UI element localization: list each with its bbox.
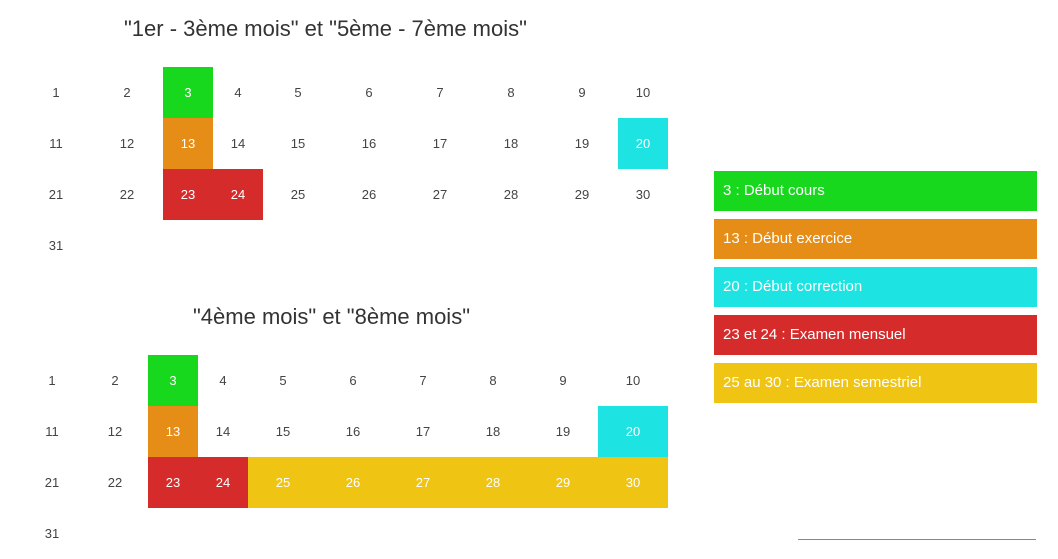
calendar-2-day-25: 25 [248,457,318,508]
calendar-1-day-21: 21 [48,187,64,202]
calendar-2-day-17: 17 [415,424,431,439]
calendar-2-day-26: 26 [318,457,388,508]
calendar-2-day-27: 27 [388,457,458,508]
calendar-2-day-15: 15 [275,424,291,439]
calendar-2-day-9: 9 [559,373,567,388]
calendar-1-day-23: 23 [163,169,213,220]
calendar-1-day-22: 22 [119,187,135,202]
calendar-2-day-21: 21 [44,475,60,490]
calendar-1-day-26: 26 [361,187,377,202]
calendar-1-day-15: 15 [290,136,306,151]
calendar-2-day-4: 4 [219,373,227,388]
calendar-2-day-1: 1 [48,373,56,388]
calendar-2-day-2: 2 [111,373,119,388]
calendar-2-day-6: 6 [349,373,357,388]
calendar-1-day-5: 5 [294,85,302,100]
legend-item-debut-correction: 20 : Début correction [714,267,1037,307]
calendar-1-day-29: 29 [574,187,590,202]
calendar-1-day-27: 27 [432,187,448,202]
calendar-1-day-16: 16 [361,136,377,151]
divider-line [798,539,1036,540]
calendar-2-day-16: 16 [345,424,361,439]
calendar-1-day-12: 12 [119,136,135,151]
calendar-1-day-8: 8 [507,85,515,100]
calendar-2-day-28: 28 [458,457,528,508]
calendar-2-day-14: 14 [215,424,231,439]
calendar-2-day-5: 5 [279,373,287,388]
calendar-1-day-19: 19 [574,136,590,151]
calendar-2-title: "4ème mois" et "8ème mois" [193,304,470,329]
calendar-1-day-13: 13 [163,118,213,169]
calendar-1-day-25: 25 [290,187,306,202]
calendar-1-day-28: 28 [503,187,519,202]
calendar-2-day-29: 29 [528,457,598,508]
calendar-2-day-10: 10 [625,373,641,388]
calendar-1-day-3: 3 [163,67,213,118]
calendar-1-day-11: 11 [49,136,63,151]
calendar-2-day-19: 19 [555,424,571,439]
calendar-2-day-30: 30 [598,457,668,508]
legend-item-debut-cours: 3 : Début cours [714,171,1037,211]
calendar-1-day-31: 31 [48,238,64,253]
calendar-2-day-8: 8 [489,373,497,388]
legend-item-examen-semestriel: 25 au 30 : Examen semestriel [714,363,1037,403]
legend-item-debut-exercice: 13 : Début exercice [714,219,1037,259]
calendar-2-day-23: 23 [148,457,198,508]
calendar-2-day-3: 3 [148,355,198,406]
calendar-2-day-22: 22 [107,475,123,490]
calendar-1-day-24: 24 [213,169,263,220]
calendar-2-day-24: 24 [198,457,248,508]
calendar-1-day-20: 20 [618,118,668,169]
calendar-2-day-12: 12 [107,424,123,439]
calendar-1-title: "1er - 3ème mois" et "5ème - 7ème mois" [124,16,527,41]
calendar-1-day-17: 17 [432,136,448,151]
calendar-2-day-31: 31 [44,526,60,541]
calendar-1-day-7: 7 [436,85,444,100]
calendar-2-day-13: 13 [148,406,198,457]
legend-item-examen-mensuel: 23 et 24 : Examen mensuel [714,315,1037,355]
calendar-1-day-14: 14 [230,136,246,151]
calendar-2-day-7: 7 [419,373,427,388]
calendar-2-day-18: 18 [485,424,501,439]
calendar-1-day-6: 6 [365,85,373,100]
calendar-2-day-11: 11 [45,424,59,439]
calendar-1-day-18: 18 [503,136,519,151]
calendar-1-day-10: 10 [635,85,651,100]
calendar-1-day-30: 30 [635,187,651,202]
calendar-1-day-1: 1 [52,85,60,100]
calendar-1-day-9: 9 [578,85,586,100]
calendar-2-day-20: 20 [598,406,668,457]
calendar-1-day-4: 4 [234,85,242,100]
calendar-1-day-2: 2 [123,85,131,100]
